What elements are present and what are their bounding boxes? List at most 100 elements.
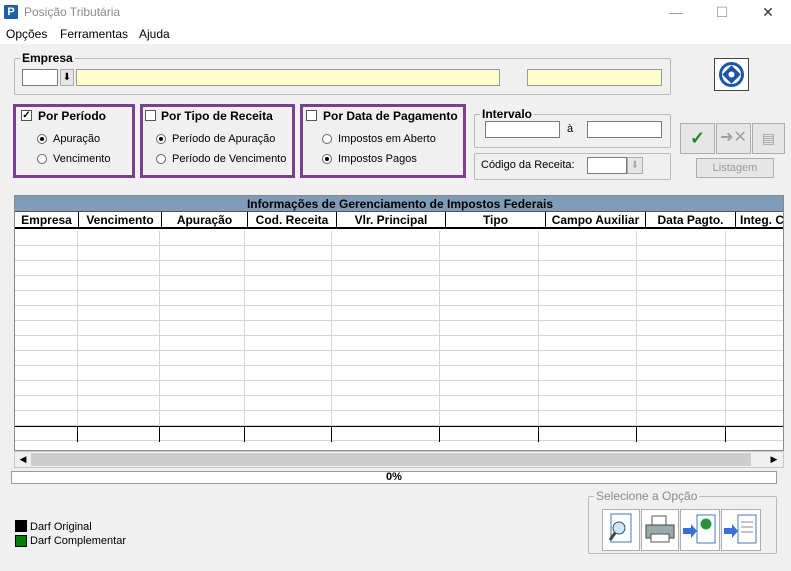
table-cell[interactable]	[440, 321, 539, 336]
table-cell[interactable]	[440, 396, 539, 411]
menu-opcoes[interactable]: Opções	[6, 27, 47, 41]
table-cell[interactable]	[78, 381, 160, 396]
table-cell[interactable]	[160, 321, 245, 336]
table-cell[interactable]	[332, 381, 440, 396]
table-cell[interactable]	[539, 411, 638, 426]
table-cell[interactable]	[726, 366, 783, 381]
por-tipo-checkbox[interactable]	[145, 110, 156, 121]
table-cell[interactable]	[726, 246, 783, 261]
table-cell[interactable]	[245, 396, 333, 411]
table-cell[interactable]	[726, 291, 783, 306]
table-cell[interactable]	[637, 321, 726, 336]
table-cell[interactable]	[539, 306, 638, 321]
table-cell[interactable]	[726, 261, 783, 276]
table-cell[interactable]	[637, 427, 726, 442]
table-cell[interactable]	[160, 411, 245, 426]
table-cell[interactable]	[539, 336, 638, 351]
table-cell[interactable]	[440, 427, 539, 442]
impostos-pagos-radio[interactable]	[322, 154, 332, 164]
table-cell[interactable]	[15, 351, 79, 366]
col-campo-auxiliar[interactable]: Campo Auxiliar	[546, 212, 646, 227]
table-cell[interactable]	[78, 291, 160, 306]
table-cell[interactable]	[78, 261, 160, 276]
table-cell[interactable]	[15, 336, 79, 351]
confirm-button[interactable]: ✓	[680, 123, 715, 154]
table-cell[interactable]	[160, 366, 245, 381]
table-cell[interactable]	[637, 396, 726, 411]
table-cell[interactable]	[160, 276, 245, 291]
table-cell[interactable]	[78, 411, 160, 426]
table-cell[interactable]	[726, 231, 783, 246]
intervalo-to-input[interactable]	[587, 121, 662, 138]
table-cell[interactable]	[78, 231, 160, 246]
clear-button[interactable]: ➜✕	[716, 123, 751, 154]
table-cell[interactable]	[332, 336, 440, 351]
table-cell[interactable]	[245, 321, 333, 336]
table-cell[interactable]	[539, 261, 638, 276]
table-cell[interactable]	[726, 351, 783, 366]
menu-ferramentas[interactable]: Ferramentas	[60, 27, 128, 41]
table-cell[interactable]	[245, 306, 333, 321]
table-cell[interactable]	[726, 411, 783, 426]
table-cell[interactable]	[78, 427, 160, 442]
table-cell[interactable]	[160, 427, 245, 442]
table-cell[interactable]	[160, 246, 245, 261]
table-cell[interactable]	[78, 366, 160, 381]
table-cell[interactable]	[245, 276, 333, 291]
table-cell[interactable]	[332, 366, 440, 381]
table-cell[interactable]	[726, 306, 783, 321]
table-row[interactable]	[15, 231, 783, 246]
col-vlr-principal[interactable]: Vlr. Principal	[337, 212, 446, 227]
print-option-button[interactable]	[641, 509, 679, 551]
table-cell[interactable]	[440, 261, 539, 276]
table-cell[interactable]	[245, 366, 333, 381]
table-cell[interactable]	[15, 396, 79, 411]
table-cell[interactable]	[440, 276, 539, 291]
document-button[interactable]: ▤	[752, 123, 785, 154]
col-apuracao[interactable]: Apuração	[162, 212, 248, 227]
col-empresa[interactable]: Empresa	[15, 212, 79, 227]
table-cell[interactable]	[332, 231, 440, 246]
table-cell[interactable]	[440, 231, 539, 246]
por-data-checkbox[interactable]	[306, 110, 317, 121]
table-cell[interactable]	[539, 276, 638, 291]
table-cell[interactable]	[637, 231, 726, 246]
table-cell[interactable]	[726, 396, 783, 411]
menu-ajuda[interactable]: Ajuda	[139, 27, 170, 41]
table-cell[interactable]	[637, 351, 726, 366]
table-cell[interactable]	[332, 261, 440, 276]
col-tipo[interactable]: Tipo	[446, 212, 546, 227]
table-cell[interactable]	[440, 291, 539, 306]
table-cell[interactable]	[15, 246, 79, 261]
codigo-receita-lookup-button[interactable]: ⬇	[627, 157, 643, 174]
maximize-button[interactable]: ☐	[699, 0, 745, 24]
periodo-apuracao-radio[interactable]	[156, 134, 166, 144]
table-cell[interactable]	[78, 306, 160, 321]
table-cell[interactable]	[332, 321, 440, 336]
table-cell[interactable]	[78, 396, 160, 411]
table-cell[interactable]	[637, 366, 726, 381]
table-cell[interactable]	[160, 261, 245, 276]
table-cell[interactable]	[15, 366, 79, 381]
codigo-receita-input[interactable]	[587, 157, 627, 174]
table-cell[interactable]	[78, 276, 160, 291]
table-cell[interactable]	[539, 246, 638, 261]
vencimento-radio[interactable]	[37, 154, 47, 164]
empresa-code-input[interactable]	[22, 69, 58, 86]
table-cell[interactable]	[637, 336, 726, 351]
table-row[interactable]	[15, 411, 783, 426]
table-cell[interactable]	[539, 231, 638, 246]
table-cell[interactable]	[332, 351, 440, 366]
periodo-vencimento-radio[interactable]	[156, 154, 166, 164]
listagem-button[interactable]: Listagem	[696, 158, 774, 178]
table-cell[interactable]	[78, 321, 160, 336]
table-cell[interactable]	[15, 306, 79, 321]
table-cell[interactable]	[15, 261, 79, 276]
table-cell[interactable]	[637, 306, 726, 321]
table-row[interactable]	[15, 321, 783, 336]
table-row[interactable]	[15, 261, 783, 276]
table-cell[interactable]	[440, 381, 539, 396]
table-row[interactable]	[15, 366, 783, 381]
table-cell[interactable]	[539, 427, 638, 442]
table-cell[interactable]	[245, 336, 333, 351]
